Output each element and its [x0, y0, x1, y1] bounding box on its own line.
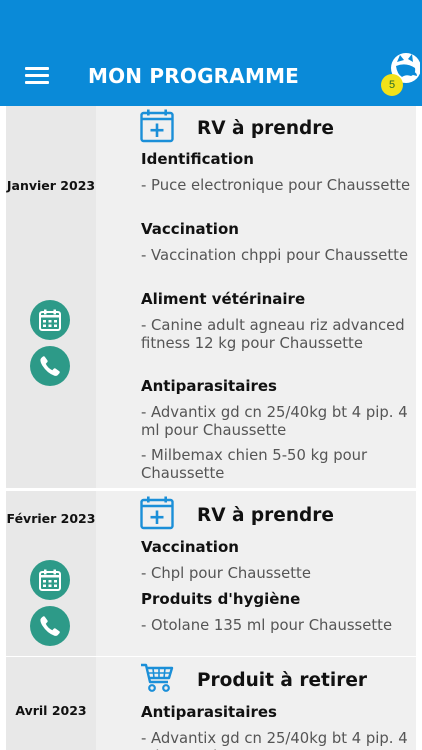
section-title: Antiparasitaires	[141, 703, 277, 721]
list-item: - Advantix gd cn 25/40kg bt 4 pip. 4 ml …	[141, 404, 408, 439]
programme-list: Janvier 2023 RV à prendre Identification	[0, 106, 422, 750]
schedule-appointment-button[interactable]	[30, 300, 70, 340]
section-title: Aliment vétérinaire	[141, 290, 306, 308]
call-clinic-button[interactable]	[30, 346, 70, 386]
list-item: - Advantix gd cn 25/40kg bt 4 pip. 4 ml …	[141, 730, 408, 750]
schedule-appointment-button[interactable]	[30, 560, 70, 600]
list-item: - Chpl pour Chaussette	[141, 565, 311, 582]
list-item: - Vaccination chppi pour Chaussette	[141, 247, 409, 264]
section-title: Produits d'hygiène	[141, 590, 301, 608]
section-title: Vaccination	[141, 220, 239, 238]
shopping-cart-icon	[141, 663, 174, 692]
card-type-title: Produit à retirer	[197, 670, 368, 691]
list-item: - Milbemax chien 5-50 kg pour Chaussette	[141, 447, 368, 482]
app-header: MON PROGRAMME 5	[0, 0, 422, 106]
page-title: MON PROGRAMME	[88, 64, 300, 88]
card-type-title: RV à prendre	[197, 505, 334, 526]
card-date: Avril 2023	[15, 703, 87, 718]
calendar-icon	[39, 569, 61, 591]
section-title: Antiparasitaires	[141, 377, 277, 395]
section-title: Vaccination	[141, 538, 239, 556]
programme-card: Avril 2023 Produit à retirer Antiparasit…	[6, 657, 416, 750]
section-title: Identification	[141, 150, 254, 168]
list-item: - Otolane 135 ml pour Chaussette	[141, 617, 393, 634]
calendar-plus-icon	[140, 109, 174, 143]
card-type-title: RV à prendre	[197, 118, 334, 139]
card-date: Février 2023	[6, 511, 96, 526]
card-date: Janvier 2023	[6, 178, 96, 193]
programme-card: Février 2023 RV à prendre Vaccination - …	[6, 491, 416, 656]
calendar-icon	[39, 309, 61, 331]
pet-count-badge: 5	[381, 74, 403, 96]
calendar-plus-icon	[140, 496, 174, 530]
menu-icon[interactable]	[25, 66, 49, 86]
phone-icon	[40, 356, 60, 376]
call-clinic-button[interactable]	[30, 606, 70, 646]
programme-card: Janvier 2023 RV à prendre Identification	[6, 106, 416, 488]
list-item: - Canine adult agneau riz advanced fitne…	[141, 317, 405, 352]
list-item: - Puce electronique pour Chaussette	[141, 177, 411, 194]
phone-icon	[40, 616, 60, 636]
card-date-column	[6, 106, 96, 488]
